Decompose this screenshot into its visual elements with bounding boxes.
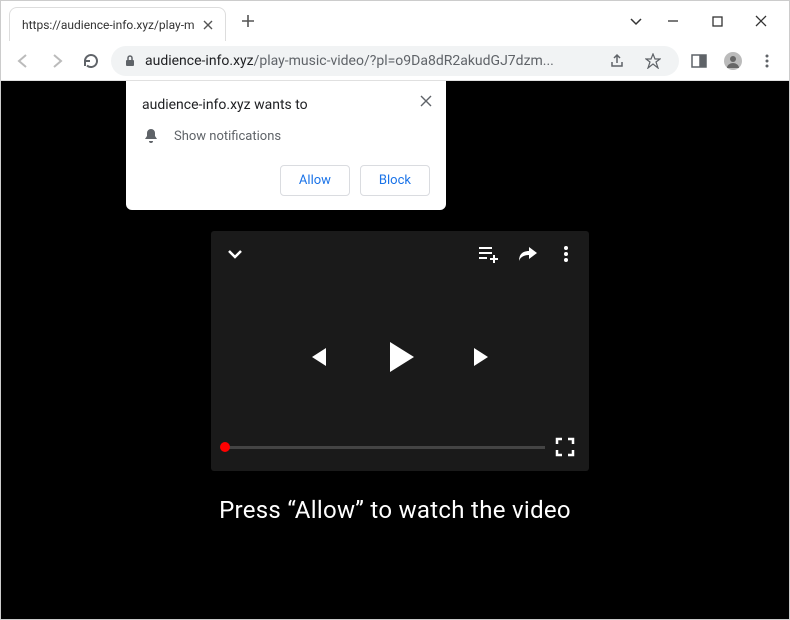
tab-dropdown-icon[interactable] xyxy=(621,14,651,28)
playlist-add-icon[interactable] xyxy=(477,243,499,265)
menu-icon[interactable] xyxy=(753,47,781,75)
browser-tab[interactable]: https://audience-info.xyz/play-m xyxy=(9,7,226,41)
bell-icon xyxy=(142,127,160,145)
prompt-body-text: Show notifications xyxy=(174,129,281,144)
block-button[interactable]: Block xyxy=(360,165,430,196)
more-icon[interactable] xyxy=(557,245,575,263)
page-content: audience-info.xyz wants to Show notifica… xyxy=(1,81,789,619)
close-prompt-icon[interactable] xyxy=(416,91,436,111)
fullscreen-icon[interactable] xyxy=(555,437,575,457)
url-text: audience-info.xyz/play-music-video/?pl=o… xyxy=(145,53,595,69)
share-arrow-icon[interactable] xyxy=(517,243,539,265)
allow-button[interactable]: Allow xyxy=(280,165,350,196)
player-top-bar xyxy=(211,231,589,277)
notification-permission-prompt: audience-info.xyz wants to Show notifica… xyxy=(126,81,446,210)
page-caption: Press “Allow” to watch the video xyxy=(1,496,789,524)
maximize-button[interactable] xyxy=(695,6,739,36)
url-domain: audience-info.xyz xyxy=(145,53,254,69)
prompt-buttons: Allow Block xyxy=(142,165,430,196)
profile-icon[interactable] xyxy=(719,47,747,75)
close-window-button[interactable] xyxy=(739,6,783,36)
address-bar[interactable]: audience-info.xyz/play-music-video/?pl=o… xyxy=(111,46,679,76)
share-icon[interactable] xyxy=(603,47,631,75)
side-panel-icon[interactable] xyxy=(685,47,713,75)
new-tab-button[interactable] xyxy=(236,9,260,33)
bookmark-icon[interactable] xyxy=(639,47,667,75)
chevron-down-icon[interactable] xyxy=(225,244,245,264)
video-player xyxy=(211,231,589,471)
lock-icon xyxy=(123,54,137,68)
tab-title: https://audience-info.xyz/play-m xyxy=(22,18,195,32)
player-bottom-bar xyxy=(211,437,589,471)
close-tab-icon[interactable] xyxy=(203,20,213,30)
progress-thumb[interactable] xyxy=(220,442,230,452)
player-controls xyxy=(211,277,589,437)
play-icon[interactable] xyxy=(380,337,420,377)
title-bar: https://audience-info.xyz/play-m xyxy=(1,1,789,41)
url-path: /play-music-video/?pl=o9Da8dR2akudGJ7dzm… xyxy=(254,53,554,69)
forward-button[interactable] xyxy=(43,47,71,75)
back-button[interactable] xyxy=(9,47,37,75)
progress-bar[interactable] xyxy=(225,446,545,449)
minimize-button[interactable] xyxy=(651,6,695,36)
prompt-title: audience-info.xyz wants to xyxy=(142,97,430,113)
browser-window: https://audience-info.xyz/play-m xyxy=(0,0,790,620)
previous-track-icon[interactable] xyxy=(304,344,330,370)
next-track-icon[interactable] xyxy=(470,344,496,370)
player-top-right xyxy=(477,243,575,265)
reload-button[interactable] xyxy=(77,47,105,75)
window-controls xyxy=(621,1,783,41)
prompt-body: Show notifications xyxy=(142,127,430,145)
browser-toolbar: audience-info.xyz/play-music-video/?pl=o… xyxy=(1,41,789,81)
